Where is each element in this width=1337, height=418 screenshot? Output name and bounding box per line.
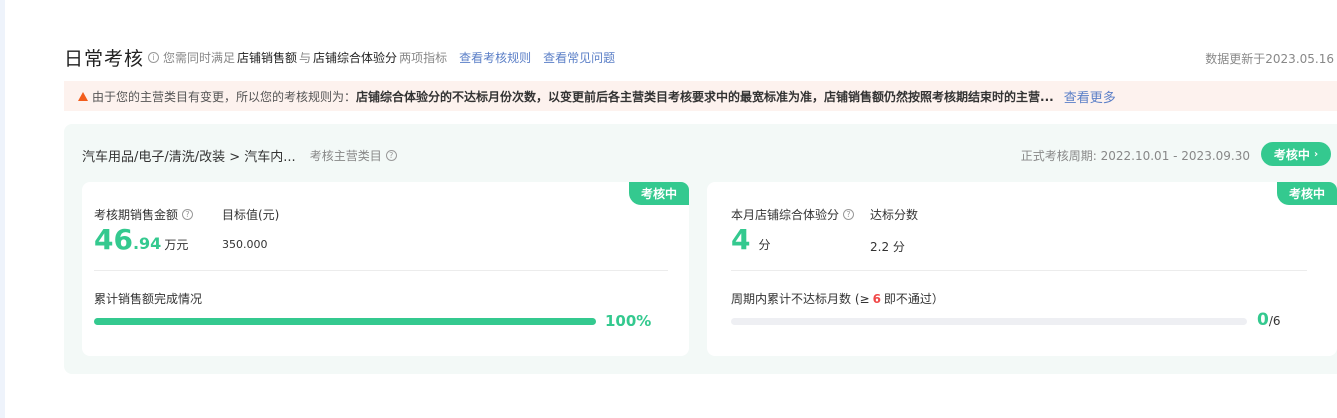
category-label: 考核主营类目 [309, 149, 382, 163]
score-label-text: 本月店铺综合体验分 [731, 208, 840, 222]
sales-card: 考核中 考核期销售金额 ? 46.94 万元 目标值(元) 350.000 累计销… [82, 182, 689, 356]
sales-progress-fill [94, 318, 596, 325]
category-sub: 考核主营类目 ? [310, 147, 397, 164]
divider [731, 270, 1307, 271]
category-breadcrumb: 汽车用品/电子/清洗/改装 > 汽车内... 考核主营类目 ? [82, 146, 397, 165]
help-icon[interactable]: ? [385, 150, 397, 161]
status-button[interactable]: 考核中 › [1261, 142, 1331, 166]
warning-bold-text: 店铺综合体验分的不达标月份次数，以变更前后各主营类目考核要求中的最宽标准为准，店… [356, 89, 1054, 104]
threshold-value: 2.2 分 [870, 240, 905, 254]
assessment-panel: 汽车用品/电子/清洗/改装 > 汽车内... 考核主营类目 ? 正式考核周期: … [64, 124, 1337, 374]
fail-total: /6 [1268, 314, 1281, 328]
update-time: 数据更新于2023.05.16 [1205, 52, 1334, 66]
header-description: i 您需同时满足 店铺销售额 与 店铺综合体验分 两项指标 查看考核规则 查看常… [148, 49, 615, 66]
status-badge: 考核中 [629, 182, 689, 205]
sales-value: 46.94 万元 [94, 223, 188, 256]
progress-percent: 100% [605, 312, 652, 330]
fail-label-prefix: 周期内累计不达标月数 (≥ [731, 292, 870, 306]
divider [94, 270, 668, 271]
fail-count-ratio: 0/6 [1257, 310, 1281, 330]
meta-prefix: 您需同时满足 [163, 51, 236, 65]
warning-banner: 由于您的主营类目有变更，所以您的考核规则为： 店铺综合体验分的不达标月份次数，以… [64, 81, 1337, 111]
metric-b: 店铺综合体验分 [313, 51, 398, 65]
warning-prefix: 由于您的主营类目有变更，所以您的考核规则为： [92, 89, 357, 104]
info-circle-icon: i [148, 52, 159, 63]
progress-label: 累计销售额完成情况 [94, 292, 203, 306]
view-more-link[interactable]: 查看更多 [1064, 87, 1116, 106]
fail-count: 0 [1257, 310, 1269, 330]
score-card: 考核中 本月店铺综合体验分 ? 4分 达标分数 2.2 分 周期内累计不达标月数… [707, 182, 1337, 356]
status-badge: 考核中 [1277, 182, 1337, 205]
chevron-right-icon: › [1313, 148, 1319, 160]
sales-label: 考核期销售金额 ? [94, 206, 194, 223]
view-faq-link[interactable]: 查看常见问题 [543, 49, 615, 66]
target-value: 350.000 [222, 238, 268, 251]
score-value-int: 4 [731, 223, 751, 256]
status-label: 考核中 [1273, 147, 1310, 162]
metric-a: 店铺销售额 [237, 51, 298, 65]
page-header: 日常考核 i 您需同时满足 店铺销售额 与 店铺综合体验分 两项指标 查看考核规… [64, 44, 1337, 70]
page-title: 日常考核 [64, 48, 145, 70]
help-icon[interactable]: ? [843, 209, 855, 220]
score-unit: 分 [758, 238, 771, 252]
meta-connector: 与 [299, 51, 312, 65]
sales-label-text: 考核期销售金额 [94, 208, 179, 222]
fail-limit: 6 [872, 291, 881, 306]
target-label: 目标值(元) [222, 208, 280, 222]
assessment-period: 正式考核周期: 2022.10.01 - 2023.09.30 [1020, 149, 1250, 163]
fail-progress-bar [731, 318, 1247, 325]
fail-months-label: 周期内累计不达标月数 (≥ 6 即不通过） [731, 290, 944, 307]
view-rules-link[interactable]: 查看考核规则 [459, 49, 531, 66]
fail-label-suffix: 即不通过） [883, 292, 944, 306]
sales-progress-bar [94, 318, 596, 325]
score-value: 4分 [731, 223, 771, 256]
category-path[interactable]: 汽车用品/电子/清洗/改装 > 汽车内... [82, 146, 296, 165]
sales-value-int: 46 [94, 223, 133, 256]
sales-value-dec: .94 [132, 234, 162, 253]
left-rail [0, 0, 5, 418]
warning-triangle-icon [78, 91, 88, 101]
meta-suffix: 两项指标 [399, 51, 448, 65]
help-icon[interactable]: ? [182, 209, 194, 220]
threshold-label: 达标分数 [870, 208, 919, 222]
score-label: 本月店铺综合体验分 ? [731, 206, 855, 223]
sales-unit: 万元 [164, 238, 189, 252]
